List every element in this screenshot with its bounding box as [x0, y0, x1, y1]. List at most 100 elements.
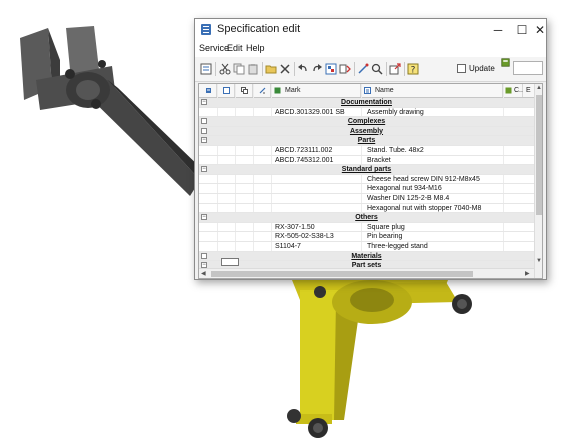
section-row-standard-parts[interactable]: − Standard parts [199, 165, 534, 175]
mark-cell[interactable]: ABCD.723111.002 [275, 146, 332, 155]
delete-icon[interactable] [279, 63, 291, 75]
header-col-extra[interactable]: E [523, 84, 534, 97]
mark-cell[interactable]: ABCD.301329.001 SB [275, 108, 345, 117]
toolbar-separator [262, 62, 263, 76]
table-row[interactable]: RX-307-1.50 Square plug [199, 223, 534, 233]
vertical-scrollbar[interactable]: ▲ ▼ [534, 84, 542, 278]
mark-header-label: Mark [285, 87, 301, 94]
paste-icon[interactable] [247, 63, 259, 75]
update-label: Update [469, 64, 495, 73]
position-column-icon [259, 87, 266, 94]
name-cell[interactable]: Assembly drawing [367, 108, 424, 117]
search-icon[interactable] [371, 63, 383, 75]
mark-column-icon [274, 87, 281, 94]
name-cell[interactable]: Bracket [367, 156, 391, 165]
section-row-parts[interactable]: − Parts [199, 136, 534, 146]
update-field[interactable] [513, 61, 543, 75]
scroll-up-icon[interactable]: ▲ [536, 85, 542, 91]
properties-icon[interactable] [325, 63, 337, 75]
toolbar-separator [404, 62, 405, 76]
mark-cell[interactable]: RX-307-1.50 [275, 223, 315, 232]
table-row[interactable]: Hexagonal nut with stopper 7040-M8 [199, 204, 534, 214]
help-icon[interactable]: ? [407, 63, 419, 75]
name-cell[interactable]: Three-legged stand [367, 242, 428, 251]
scroll-down-icon[interactable]: ▼ [536, 258, 542, 264]
header-col-name[interactable]: Name [361, 84, 503, 97]
name-cell[interactable]: Stand. Tube. 48x2 [367, 146, 424, 155]
section-title: Others [355, 214, 378, 222]
zone-column-icon [241, 87, 248, 94]
window-title: Specification edit [217, 23, 301, 35]
active-edit-cell[interactable] [221, 258, 239, 266]
section-title: Documentation [341, 99, 392, 106]
menu-bar: Service Edit Help [195, 41, 546, 57]
mark-cell[interactable]: RX-505-02-S38-L3 [275, 232, 334, 241]
copy-icon[interactable] [233, 63, 245, 75]
app-icon [201, 24, 211, 35]
open-folder-icon[interactable] [265, 63, 277, 75]
name-cell[interactable]: Hexagonal nut with stopper 7040-M8 [367, 204, 481, 213]
section-row-assembly[interactable]: Assembly [199, 126, 534, 137]
cut-icon[interactable] [219, 63, 231, 75]
scroll-left-icon[interactable]: ◀ [201, 270, 206, 277]
title-bar[interactable]: Specification edit ─ ☐ ✕ [195, 19, 546, 41]
redo-icon[interactable] [311, 63, 323, 75]
count-header-label: C.. [514, 87, 523, 94]
sort-icon[interactable] [339, 63, 351, 75]
specification-edit-window[interactable]: Specification edit ─ ☐ ✕ Service Edit He… [194, 18, 547, 280]
menu-service[interactable]: Service [199, 43, 229, 53]
specification-icon[interactable] [200, 63, 212, 75]
mark-cell[interactable]: S1104-7 [275, 242, 301, 251]
section-title: Assembly [349, 127, 384, 135]
toolbar-separator [215, 62, 216, 76]
table-row[interactable]: ABCD.301329.001 SB Assembly drawing [199, 108, 534, 118]
header-col-type[interactable] [199, 84, 217, 97]
header-col-mark[interactable]: Mark [271, 84, 361, 97]
svg-text:?: ? [411, 66, 416, 76]
cad-tube-assembly [20, 26, 205, 196]
header-col-position[interactable] [253, 84, 271, 97]
table-row[interactable]: Hexagonal nut 934-M16 [199, 184, 534, 194]
table-row[interactable]: Cheese head screw DIN 912-M8x45 [199, 175, 534, 185]
section-row-documentation[interactable]: − Documentation [199, 98, 534, 108]
extra-header-label: E [526, 87, 531, 94]
mark-cell[interactable]: ABCD.745312.001 [275, 156, 333, 165]
table-row[interactable]: S1104-7 Three-legged stand [199, 242, 534, 252]
horizontal-scroll-thumb[interactable] [211, 271, 473, 277]
section-row-materials[interactable]: Materials [199, 251, 534, 262]
close-button[interactable]: ✕ [531, 19, 549, 41]
grid-header: Mark Name C.. E [199, 84, 534, 98]
cad-stand-assembly [287, 280, 472, 438]
update-checkbox[interactable] [457, 64, 466, 73]
section-title: Parts [357, 137, 376, 145]
toolbar-separator [294, 62, 295, 76]
name-cell[interactable]: Washer DIN 125-2-B M8.4 [367, 194, 449, 203]
name-cell[interactable]: Square plug [367, 223, 405, 232]
header-col-count[interactable]: C.. [503, 84, 523, 97]
scroll-right-icon[interactable]: ▶ [525, 270, 530, 277]
section-title: Materials [351, 252, 382, 260]
table-row[interactable]: RX-505-02-S38-L3 Pin bearing [199, 232, 534, 242]
table-row[interactable]: Washer DIN 125-2-B M8.4 [199, 194, 534, 204]
table-row[interactable]: ABCD.745312.001 Bracket [199, 156, 534, 166]
link-icon[interactable] [357, 63, 369, 75]
export-icon[interactable] [389, 63, 401, 75]
section-row-others[interactable]: − Others [199, 213, 534, 223]
section-row-complexes[interactable]: Complexes [199, 117, 534, 127]
header-col-zone[interactable] [235, 84, 253, 97]
menu-edit[interactable]: Edit [227, 43, 243, 53]
menu-help[interactable]: Help [246, 43, 265, 53]
header-col-format[interactable] [217, 84, 235, 97]
grid-rows: − Documentation ABCD.301329.001 SB Assem… [199, 98, 534, 271]
section-title: Complexes [347, 118, 386, 126]
vertical-scroll-thumb[interactable] [536, 95, 542, 215]
name-cell[interactable]: Hexagonal nut 934-M16 [367, 184, 442, 193]
specification-grid[interactable]: Mark Name C.. E − Documentation ABCD.301… [198, 83, 543, 279]
horizontal-scrollbar[interactable]: ◀ ▶ [199, 268, 534, 278]
section-title: Standard parts [341, 166, 392, 174]
name-cell[interactable]: Pin bearing [367, 232, 402, 241]
name-cell[interactable]: Cheese head screw DIN 912-M8x45 [367, 175, 480, 184]
table-settings-icon[interactable] [501, 58, 510, 67]
undo-icon[interactable] [297, 63, 309, 75]
table-row[interactable]: ABCD.723111.002 Stand. Tube. 48x2 [199, 146, 534, 156]
